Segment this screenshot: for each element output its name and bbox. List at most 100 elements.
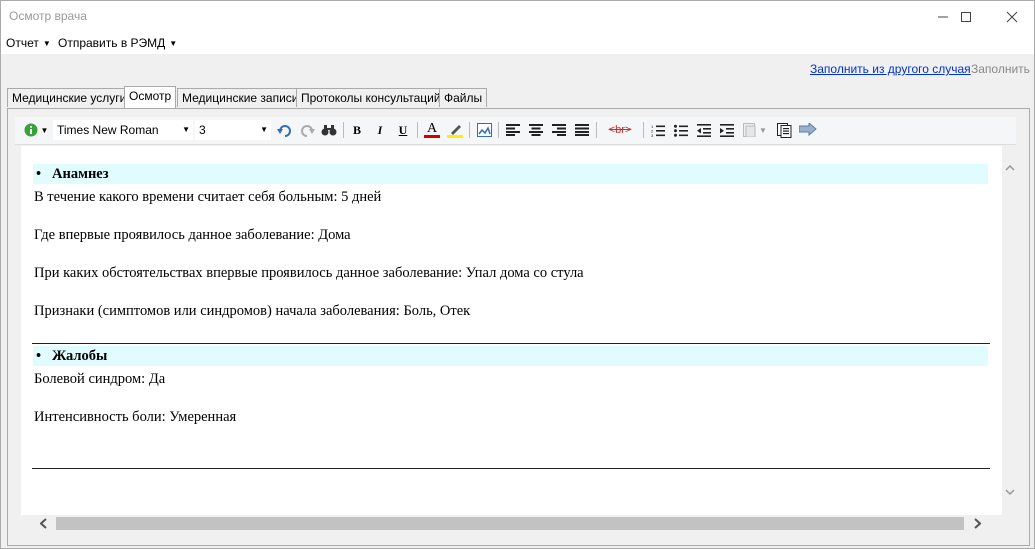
font-color-icon: A	[426, 121, 438, 136]
fill-label: Заполнить	[971, 62, 1030, 76]
insert-template-menu[interactable]: ▼	[741, 121, 769, 139]
vertical-scrollbar[interactable]	[1002, 146, 1016, 515]
outdent-button[interactable]	[695, 121, 713, 139]
menu-send-label: Отправить в РЭМД	[58, 36, 166, 50]
section-heading-label: Анамнез	[52, 166, 109, 182]
menu-send-remd[interactable]: Отправить в РЭМД ▼	[58, 36, 177, 50]
section-heading-anamnesis: • Анамнез	[33, 164, 988, 184]
chevron-down-icon: ▼	[182, 125, 190, 134]
document-line: Интенсивность боли: Умеренная	[34, 409, 237, 425]
copy-button[interactable]	[775, 121, 793, 139]
binoculars-icon	[321, 125, 337, 136]
toolbar-separator	[417, 122, 418, 138]
bold-button[interactable]: B	[348, 121, 366, 139]
align-left-icon	[506, 124, 520, 136]
tab-consultation-protocols[interactable]: Протоколы консультаций	[296, 88, 446, 107]
find-button[interactable]	[320, 121, 338, 139]
info-icon	[24, 123, 38, 137]
toolbar-separator	[643, 122, 644, 138]
insert-image-button[interactable]	[475, 121, 493, 139]
tab-label: Медицинские записи	[182, 91, 299, 105]
align-right-button[interactable]	[550, 121, 568, 139]
chevron-down-icon: ▼	[42, 39, 51, 48]
editor-toolbar: ▼ Times New Roman ▼ 3 ▼ B I U A <br> 1 2…	[15, 117, 1016, 145]
font-family-select[interactable]: Times New Roman ▼	[53, 120, 193, 140]
align-justify-icon	[575, 124, 589, 136]
fill-button[interactable]: Заполнить	[971, 62, 1030, 76]
toolbar-separator	[498, 122, 499, 138]
document-line: При каких обстоятельствах впервые прояви…	[34, 265, 584, 281]
svg-text:3: 3	[651, 133, 654, 137]
scroll-up-icon[interactable]	[1002, 160, 1018, 176]
tab-label: Медицинские услуги	[12, 91, 127, 105]
bullet-icon: •	[36, 348, 42, 364]
fill-from-other-label: Заполнить из другого случая	[810, 62, 971, 76]
bullet-list-icon	[674, 124, 688, 137]
underline-button[interactable]: U	[394, 121, 412, 139]
undo-icon	[277, 125, 291, 137]
align-right-icon	[552, 124, 566, 136]
section-heading-complaints: • Жалобы	[33, 346, 988, 366]
maximize-button[interactable]	[943, 1, 989, 32]
redo-button[interactable]	[298, 121, 316, 139]
scroll-left-icon[interactable]	[35, 515, 51, 531]
remove-br-button[interactable]: <br>	[602, 121, 638, 139]
document-line: В течение какого времени считает себя бо…	[34, 189, 382, 205]
toolbar-separator	[596, 122, 597, 138]
section-divider	[32, 343, 990, 344]
undo-button[interactable]	[276, 121, 294, 139]
scroll-right-icon[interactable]	[969, 515, 985, 531]
italic-icon: I	[377, 122, 383, 137]
italic-button[interactable]: I	[371, 121, 389, 139]
section-divider	[32, 468, 990, 469]
menu-report-label: Отчет	[6, 36, 39, 50]
info-menu-button[interactable]: ▼	[23, 121, 49, 139]
align-left-button[interactable]	[504, 121, 522, 139]
horizontal-scrollbar[interactable]	[21, 515, 1016, 532]
menu-bar: Отчет ▼ Отправить в РЭМД ▼	[1, 32, 1034, 54]
highlighter-icon	[451, 124, 461, 135]
bullet-icon: •	[36, 166, 42, 182]
section-heading-label: Жалобы	[52, 348, 108, 364]
chevron-down-icon: ▼	[759, 125, 767, 135]
send-button[interactable]	[798, 121, 818, 139]
chevron-down-icon: ▼	[40, 125, 49, 135]
document-line: Где впервые проявилось данное заболевани…	[34, 227, 351, 243]
bullet-list-button[interactable]	[672, 121, 690, 139]
indent-icon	[720, 123, 734, 137]
title-bar: Осмотр врача	[1, 1, 1034, 32]
align-center-button[interactable]	[527, 121, 545, 139]
chevron-down-icon: ▼	[169, 39, 178, 48]
copy-icon	[776, 122, 791, 138]
tab-medical-services[interactable]: Медицинские услуги	[7, 88, 132, 107]
outdent-icon	[697, 123, 711, 137]
underline-icon: U	[398, 122, 408, 137]
close-button[interactable]	[989, 1, 1035, 32]
document-editor[interactable]: • Анамнез В течение какого времени считае…	[21, 146, 1002, 515]
document-line: Признаки (симптомов или синдромов) начал…	[34, 303, 471, 319]
fill-from-other-link[interactable]: Заполнить из другого случая	[810, 62, 971, 76]
font-size-value: 3	[199, 123, 206, 137]
font-color-button[interactable]: A	[423, 121, 441, 139]
br-tag-icon: <br>	[608, 124, 632, 136]
tab-examination[interactable]: Осмотр	[124, 86, 177, 109]
tab-medical-records[interactable]: Медицинские записи	[177, 88, 304, 107]
document-line: Болевой синдром: Да	[34, 371, 166, 387]
window: Осмотр врача Отчет ▼ Отправить в РЭМД ▼ За…	[0, 0, 1035, 549]
maximize-icon	[961, 11, 971, 22]
indent-button[interactable]	[718, 121, 736, 139]
template-icon	[743, 123, 756, 137]
font-size-select[interactable]: 3 ▼	[195, 120, 271, 140]
tab-label: Файлы	[444, 91, 483, 105]
scroll-thumb[interactable]	[56, 517, 964, 530]
align-justify-button[interactable]	[573, 121, 591, 139]
menu-report[interactable]: Отчет ▼	[6, 36, 51, 50]
scroll-down-icon[interactable]	[1002, 484, 1018, 500]
tab-files[interactable]: Файлы	[439, 88, 488, 107]
numbered-list-icon: 123	[651, 124, 665, 137]
bold-icon: B	[352, 122, 361, 137]
numbered-list-button[interactable]: 123	[649, 121, 667, 139]
redo-icon	[301, 125, 315, 137]
highlight-button[interactable]	[446, 121, 464, 139]
chevron-down-icon: ▼	[260, 125, 268, 134]
